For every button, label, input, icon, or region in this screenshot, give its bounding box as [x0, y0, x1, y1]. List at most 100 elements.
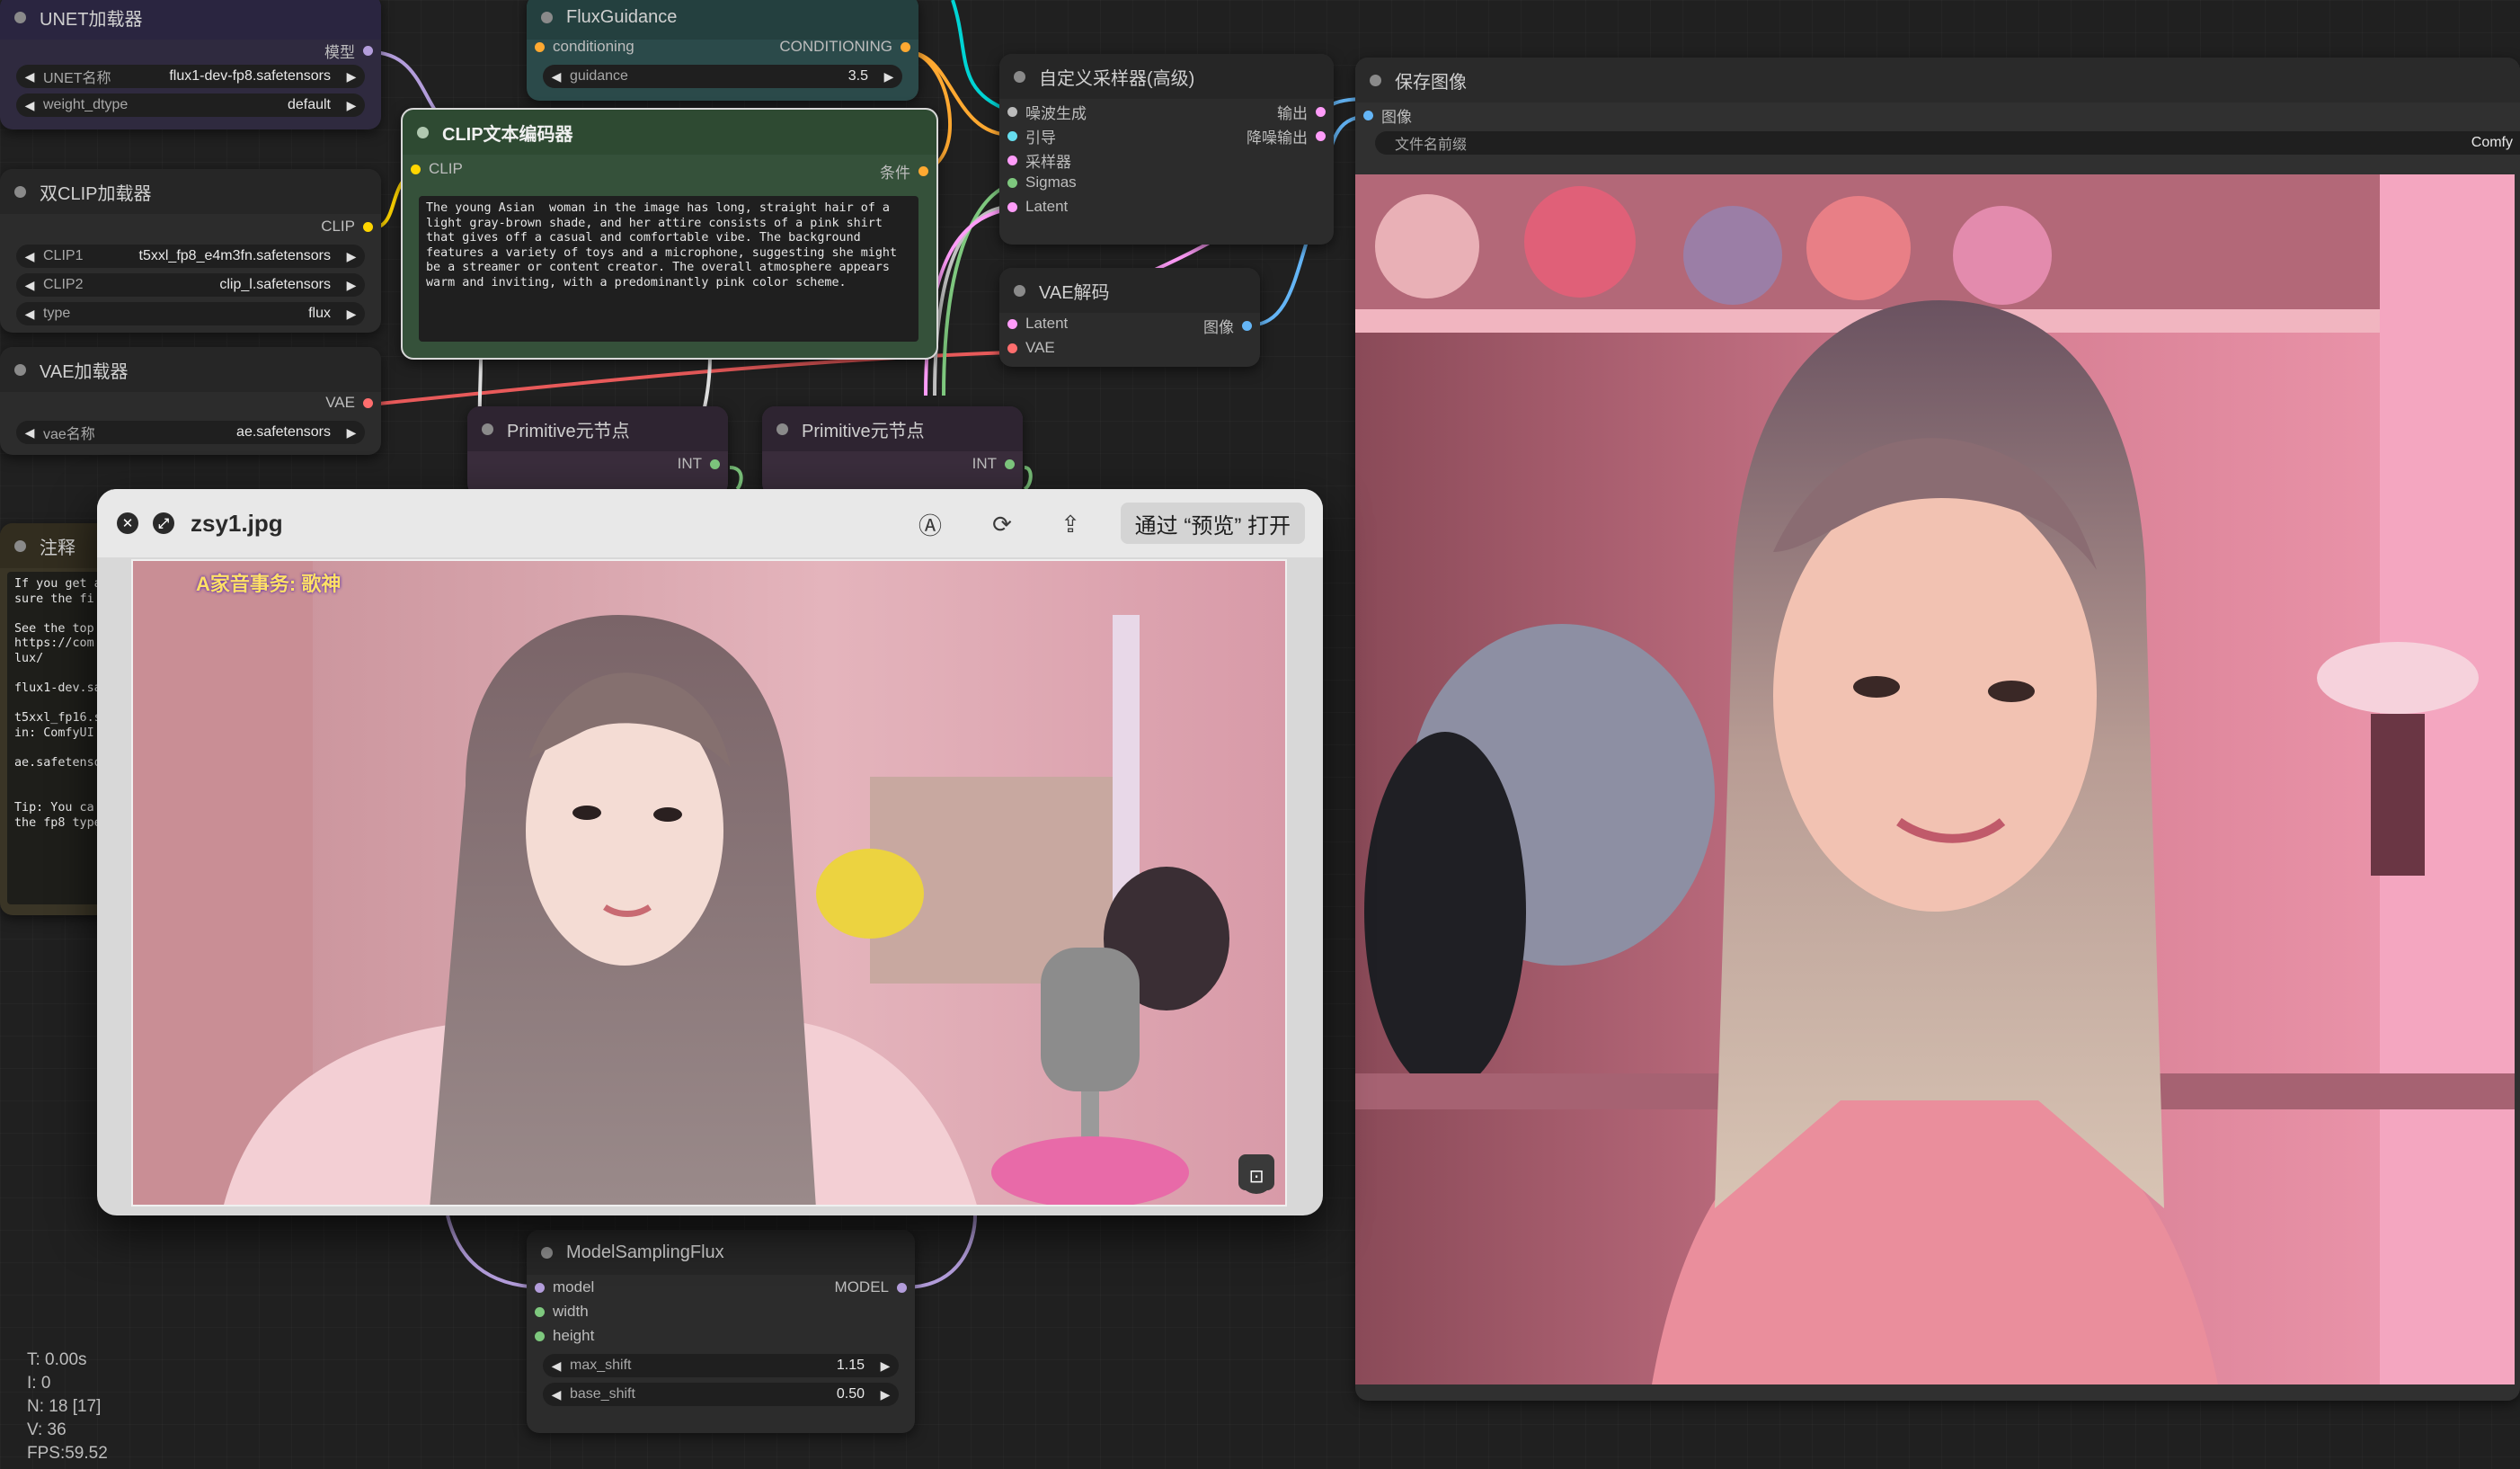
input-width[interactable]: width [527, 1303, 589, 1321]
output-int[interactable]: INT [678, 455, 728, 473]
quicklook-toolbar[interactable]: ✕ ⤢ zsy1.jpg Ⓐ ⟳ ⇪ 通过 “预览” 打开 [97, 489, 1323, 557]
input-conditioning[interactable]: conditioning [527, 38, 634, 56]
node-vae-decode[interactable]: VAE解码 Latent VAE 图像 [999, 268, 1260, 367]
node-title[interactable]: ModelSamplingFlux [527, 1230, 915, 1275]
guidance-number[interactable]: ◀ guidance 3.5 ▶ [543, 65, 902, 88]
unet-name-combo[interactable]: ◀ UNET名称 flux1-dev-fp8.safetensors ▶ [16, 65, 365, 88]
fullscreen-icon[interactable]: ⤢ [153, 512, 174, 534]
left-arrow-icon[interactable]: ◀ [543, 1358, 570, 1374]
node-model-sampling-flux[interactable]: ModelSamplingFlux model width height MOD… [527, 1230, 915, 1433]
stat-i: I: 0 [27, 1374, 51, 1393]
left-arrow-icon[interactable]: ◀ [543, 69, 570, 85]
share-icon[interactable]: ⇪ [1055, 509, 1086, 539]
output-clip[interactable]: CLIP [321, 218, 381, 236]
left-arrow-icon[interactable]: ◀ [16, 278, 43, 293]
input-vae[interactable]: VAE [999, 339, 1055, 357]
right-arrow-icon[interactable]: ▶ [875, 69, 902, 85]
node-flux-guidance[interactable]: FluxGuidance conditioning CONDITIONING ◀… [527, 0, 918, 101]
input-latent[interactable]: Latent [999, 315, 1068, 333]
node-title[interactable]: VAE加载器 [0, 347, 381, 392]
quicklook-window[interactable]: ✕ ⤢ zsy1.jpg Ⓐ ⟳ ⇪ 通过 “预览” 打开 A家音事务: 歌神 … [97, 489, 1323, 1215]
node-title[interactable]: FluxGuidance [527, 0, 918, 40]
open-with-preview-button[interactable]: 通过 “预览” 打开 [1120, 503, 1305, 544]
close-icon[interactable]: ✕ [117, 512, 138, 534]
output-output[interactable]: 输出 [1277, 101, 1334, 123]
collapse-dot[interactable] [1014, 71, 1025, 83]
input-height[interactable]: height [527, 1327, 594, 1345]
input-guider[interactable]: 引导 [999, 125, 1056, 147]
right-arrow-icon[interactable]: ▶ [338, 249, 365, 264]
output-int[interactable]: INT [972, 455, 1023, 473]
collapse-dot[interactable] [1014, 285, 1025, 297]
left-arrow-icon[interactable]: ◀ [16, 69, 43, 85]
right-arrow-icon[interactable]: ▶ [338, 425, 365, 441]
right-arrow-icon[interactable]: ▶ [338, 69, 365, 85]
prompt-textarea[interactable]: The young Asian woman in the image has l… [419, 196, 918, 342]
vae-name-combo[interactable]: ◀ vae名称 ae.safetensors ▶ [16, 421, 365, 444]
collapse-dot[interactable] [541, 12, 553, 23]
generated-image-preview[interactable] [1355, 174, 2515, 1384]
filename-prefix-input[interactable]: 文件名前缀 Comfy [1375, 131, 2520, 155]
output-model[interactable]: MODEL [835, 1278, 915, 1296]
node-title[interactable]: CLIP文本编码器 [403, 110, 936, 155]
max-shift-number[interactable]: ◀ max_shift 1.15 ▶ [543, 1354, 899, 1377]
stat-time: T: 0.00s [27, 1350, 87, 1369]
node-title[interactable]: 自定义采样器(高级) [999, 54, 1334, 99]
input-sampler[interactable]: 采样器 [999, 149, 1071, 172]
left-arrow-icon[interactable]: ◀ [16, 98, 43, 113]
right-arrow-icon[interactable]: ▶ [872, 1358, 899, 1374]
output-image[interactable]: 图像 [1203, 315, 1260, 337]
node-title[interactable]: Primitive元节点 [467, 406, 728, 451]
left-arrow-icon[interactable]: ◀ [543, 1387, 570, 1402]
collapse-dot[interactable] [1370, 75, 1381, 86]
left-arrow-icon[interactable]: ◀ [16, 425, 43, 441]
input-sigmas[interactable]: Sigmas [999, 174, 1077, 191]
input-latent[interactable]: Latent [999, 198, 1068, 216]
left-arrow-icon[interactable]: ◀ [16, 249, 43, 264]
input-noise[interactable]: 噪波生成 [999, 101, 1087, 123]
collapse-dot[interactable] [14, 12, 26, 23]
right-arrow-icon[interactable]: ▶ [338, 278, 365, 293]
output-conditioning[interactable]: 条件 [880, 160, 936, 183]
node-primitive-width[interactable]: Primitive元节点 INT [467, 406, 728, 496]
output-vae[interactable]: VAE [325, 394, 381, 412]
right-arrow-icon[interactable]: ▶ [872, 1387, 899, 1402]
node-custom-sampler-advanced[interactable]: 自定义采样器(高级) 噪波生成 引导 采样器 Sigmas Latent 输出 … [999, 54, 1334, 245]
output-denoised[interactable]: 降噪输出 [1247, 125, 1334, 147]
markup-icon[interactable]: Ⓐ [915, 509, 945, 539]
collapse-dot[interactable] [417, 127, 429, 138]
weight-dtype-combo[interactable]: ◀ weight_dtype default ▶ [16, 93, 365, 117]
left-arrow-icon[interactable]: ◀ [16, 307, 43, 322]
node-title[interactable]: 保存图像 [1355, 58, 2520, 102]
node-title[interactable]: VAE解码 [999, 268, 1260, 313]
node-clip-text-encode[interactable]: CLIP文本编码器 CLIP 条件 The young Asian woman … [401, 108, 938, 360]
input-images[interactable]: 图像 [1355, 104, 1412, 127]
right-arrow-icon[interactable]: ▶ [338, 98, 365, 113]
node-vae-loader[interactable]: VAE加载器 VAE ◀ vae名称 ae.safetensors ▶ [0, 347, 381, 455]
output-model[interactable]: 模型 [324, 40, 381, 62]
source-image: A家音事务: 歌神 ⊡ [131, 559, 1287, 1206]
node-title[interactable]: Primitive元节点 [762, 406, 1023, 451]
input-model[interactable]: model [527, 1278, 594, 1296]
collapse-dot[interactable] [482, 423, 493, 435]
collapse-dot[interactable] [14, 540, 26, 552]
node-primitive-height[interactable]: Primitive元节点 INT [762, 406, 1023, 496]
collapse-dot[interactable] [14, 186, 26, 198]
output-conditioning[interactable]: CONDITIONING [779, 38, 918, 56]
clip2-combo[interactable]: ◀ CLIP2 clip_l.safetensors ▶ [16, 273, 365, 297]
collapse-dot[interactable] [776, 423, 788, 435]
input-clip[interactable]: CLIP [403, 160, 463, 178]
node-unet-loader[interactable]: UNET加载器 模型 ◀ UNET名称 flux1-dev-fp8.safetens… [0, 0, 381, 129]
live-text-icon[interactable]: ⊡ [1238, 1158, 1274, 1194]
node-title[interactable]: UNET加载器 [0, 0, 381, 40]
collapse-dot[interactable] [541, 1247, 553, 1259]
clip1-combo[interactable]: ◀ CLIP1 t5xxl_fp8_e4m3fn.safetensors ▶ [16, 245, 365, 268]
right-arrow-icon[interactable]: ▶ [338, 307, 365, 322]
collapse-dot[interactable] [14, 364, 26, 376]
node-dual-clip-loader[interactable]: 双CLIP加载器 CLIP ◀ CLIP1 t5xxl_fp8_e4m3fn.saf… [0, 169, 381, 333]
base-shift-number[interactable]: ◀ base_shift 0.50 ▶ [543, 1383, 899, 1406]
rotate-icon[interactable]: ⟳ [987, 509, 1017, 539]
type-combo[interactable]: ◀ type flux ▶ [16, 302, 365, 325]
node-title[interactable]: 双CLIP加载器 [0, 169, 381, 214]
link-width [729, 466, 743, 491]
